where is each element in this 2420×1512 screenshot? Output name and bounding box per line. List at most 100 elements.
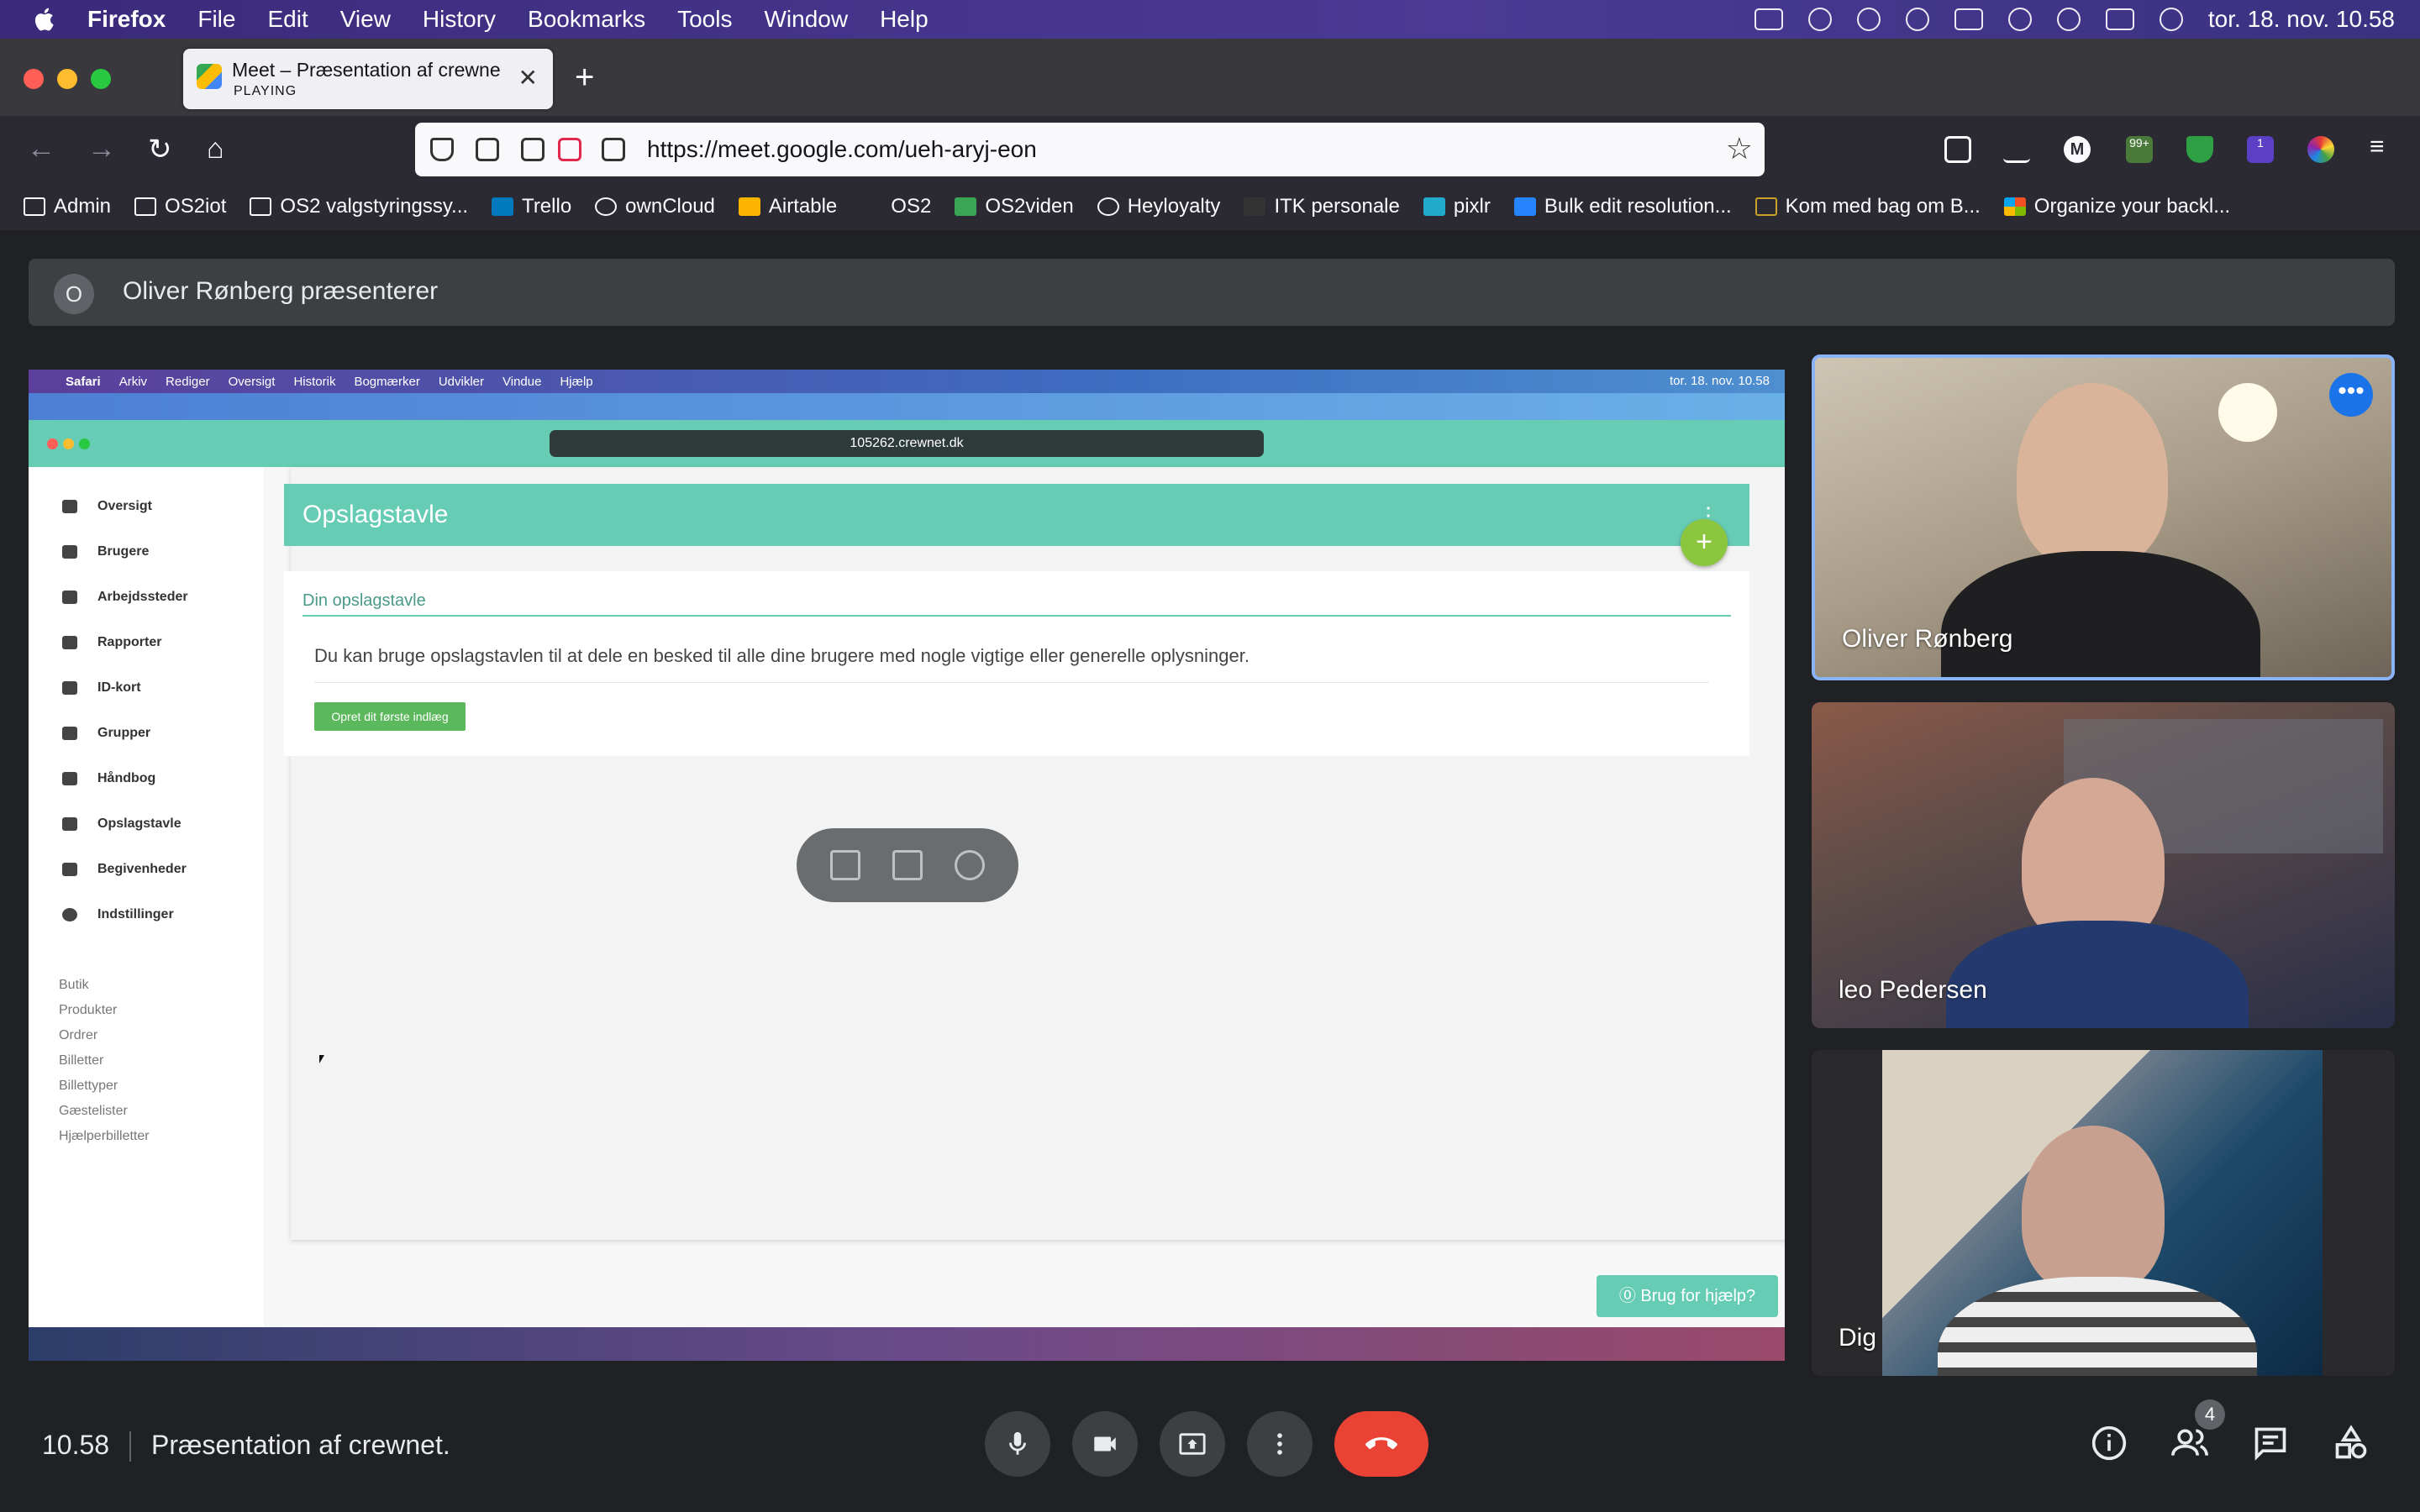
mute-audio-icon[interactable]: [892, 850, 923, 880]
card-divider: [302, 615, 1731, 617]
bookmark-heyloyalty[interactable]: Heyloyalty: [1097, 195, 1220, 218]
workplace-icon: [62, 591, 77, 604]
bluetooth-icon[interactable]: [1905, 8, 1929, 31]
opslagstavle-title: Opslagstavle: [302, 501, 449, 528]
home-icon[interactable]: ⌂: [207, 133, 224, 165]
shared-dock-area: [29, 1327, 1785, 1361]
extension-badge-icon[interactable]: 99+: [2126, 136, 2153, 163]
meeting-details-icon[interactable]: [2091, 1425, 2128, 1462]
menu-tools[interactable]: Tools: [677, 6, 732, 33]
permissions-icon[interactable]: [521, 138, 544, 161]
control-center-icon[interactable]: [2105, 8, 2134, 30]
menu-edit[interactable]: Edit: [267, 6, 308, 33]
battery-icon[interactable]: [1954, 8, 1983, 30]
spotlight-search-icon[interactable]: [2056, 8, 2081, 31]
camera-button[interactable]: [1072, 1411, 1138, 1477]
bookmark-os2iot[interactable]: OS2iot: [134, 195, 226, 218]
menu-view[interactable]: View: [340, 6, 391, 33]
book-icon: [62, 772, 77, 785]
microphone-button[interactable]: [985, 1411, 1050, 1477]
bookmark-owncloud[interactable]: ownCloud: [595, 195, 715, 218]
activities-icon[interactable]: [2333, 1425, 2370, 1462]
bookmark-airtable[interactable]: Airtable: [738, 195, 837, 218]
shared-menu-item: Rediger: [166, 374, 210, 389]
menu-window[interactable]: Window: [764, 6, 848, 33]
downloads-icon[interactable]: [2003, 136, 2030, 163]
bookmark-label: OS2viden: [985, 195, 1074, 218]
color-picker-extension-icon[interactable]: [2307, 136, 2334, 163]
tab-close-icon[interactable]: ✕: [518, 64, 538, 92]
address-bar[interactable]: https://meet.google.com/ueh-aryj-eon ☆: [415, 123, 1765, 176]
bookmark-trello[interactable]: Trello: [492, 195, 571, 218]
menu-history[interactable]: History: [423, 6, 496, 33]
participant-tile[interactable]: leo Pedersen: [1812, 702, 2395, 1028]
pocket-icon[interactable]: [1944, 136, 1971, 163]
back-arrow-icon[interactable]: ←: [27, 133, 55, 165]
more-options-button[interactable]: [1247, 1411, 1313, 1477]
account-avatar[interactable]: M: [2064, 136, 2091, 163]
unpin-icon[interactable]: [830, 850, 860, 880]
present-to-all-icon: [1179, 1433, 1206, 1455]
more-options-icon[interactable]: •••: [2329, 373, 2373, 417]
meet-favicon-icon: [197, 64, 222, 89]
present-screen-button[interactable]: [1160, 1411, 1225, 1477]
new-tab-button[interactable]: +: [575, 59, 594, 97]
menu-help[interactable]: Help: [880, 6, 929, 33]
shared-menu-item: Oversigt: [228, 374, 276, 389]
wifi-icon[interactable]: [2007, 8, 2032, 31]
nav-oversigt: Oversigt: [62, 499, 152, 514]
bookmark-itk-personale[interactable]: ITK personale: [1244, 195, 1400, 218]
nav-brugere: Brugere: [62, 544, 149, 559]
menu-app-name[interactable]: Firefox: [87, 6, 166, 33]
nav-label: Grupper: [97, 726, 151, 740]
microphone-status-icon[interactable]: [1807, 8, 1832, 31]
pixlr-icon: [1423, 197, 1445, 216]
bookmark-admin[interactable]: Admin: [24, 195, 111, 218]
presentation-overlay-controls[interactable]: [797, 828, 1018, 902]
globe-icon: [1097, 197, 1119, 216]
bookmark-star-icon[interactable]: ☆: [1726, 131, 1753, 166]
participant-tile[interactable]: ••• Oliver Rønberg: [1812, 354, 2395, 680]
camera-sharing-icon[interactable]: [558, 138, 581, 161]
participant-tile-self[interactable]: Dig: [1812, 1050, 2395, 1376]
browser-tab-meet[interactable]: Meet – Præsentation af crewnet. PLAYING …: [183, 49, 553, 109]
lock-icon[interactable]: [476, 138, 499, 161]
url-text[interactable]: https://meet.google.com/ueh-aryj-eon: [647, 136, 1037, 163]
bookmark-kom-med-bag[interactable]: Kom med bag om B...: [1754, 195, 1981, 218]
nav-label: Brugere: [97, 544, 150, 559]
people-icon[interactable]: [2171, 1425, 2208, 1462]
menubar-clock[interactable]: tor. 18. nov. 10.58: [2208, 6, 2395, 33]
gear-icon: [62, 908, 77, 921]
leave-call-button[interactable]: [1334, 1411, 1428, 1477]
cloud-icon[interactable]: [1856, 8, 1881, 31]
reader-view-icon[interactable]: [602, 138, 625, 161]
siri-icon[interactable]: [2159, 8, 2183, 31]
shield-extension-icon[interactable]: [2186, 136, 2213, 163]
window-minimize-button[interactable]: [57, 69, 77, 89]
menu-file[interactable]: File: [197, 6, 235, 33]
bookmark-bulk-edit[interactable]: Bulk edit resolution...: [1513, 195, 1732, 218]
bookmark-pixlr[interactable]: pixlr: [1423, 195, 1491, 218]
window-close-button[interactable]: [24, 69, 44, 89]
reload-icon[interactable]: ↻: [148, 133, 172, 166]
menu-bookmarks[interactable]: Bookmarks: [528, 6, 645, 33]
apple-icon[interactable]: [32, 6, 59, 33]
camera-status-icon[interactable]: [1754, 8, 1783, 30]
home-icon: [62, 500, 77, 513]
forward-arrow-icon[interactable]: →: [87, 133, 116, 165]
bookmark-organize-backlog[interactable]: Organize your backl...: [2003, 195, 2230, 218]
shared-close-dot: [47, 438, 58, 449]
window-zoom-button[interactable]: [91, 69, 111, 89]
extension-purple-icon[interactable]: 1: [2247, 136, 2274, 163]
shared-menu-app: Safari: [66, 374, 101, 389]
nav-label: Håndbog: [97, 771, 156, 785]
chat-icon[interactable]: [2252, 1425, 2289, 1462]
hamburger-menu-icon[interactable]: ≡: [2370, 133, 2385, 161]
bookmark-os2-valgstyring[interactable]: OS2 valgstyringssy...: [250, 195, 468, 218]
bookmark-os2viden[interactable]: OS2viden: [955, 195, 1074, 218]
bookmark-os2[interactable]: OS2: [860, 195, 931, 218]
participant-video-body: [1941, 551, 2260, 677]
bookmark-label: Trello: [522, 195, 572, 218]
remove-icon[interactable]: [955, 850, 985, 880]
tracking-shield-icon[interactable]: [430, 138, 454, 161]
